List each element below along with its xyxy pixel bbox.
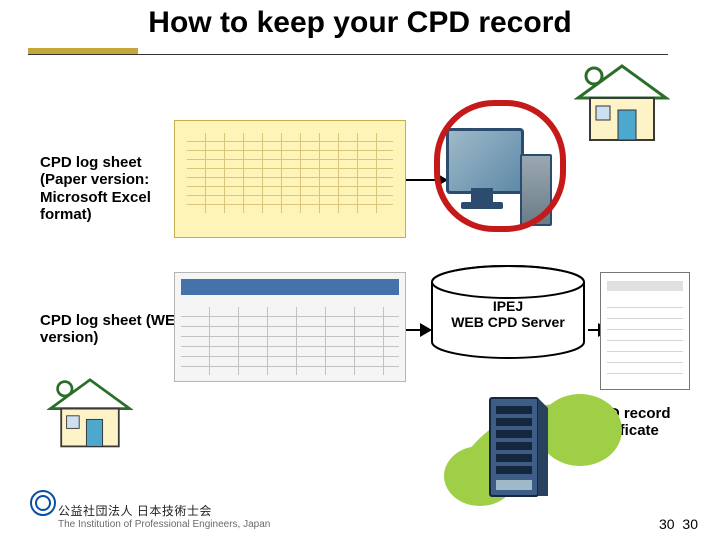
page-number: 30 30 [659, 516, 698, 532]
footer-org-jp: 公益社団法人 日本技術士会 [58, 504, 212, 518]
house-icon [47, 376, 133, 452]
db-label: IPEJ WEB CPD Server [428, 298, 588, 330]
spreadsheet-image [174, 120, 406, 238]
page-title: How to keep your CPD record [0, 6, 720, 40]
db-label-line1: IPEJ [493, 298, 523, 314]
db-label-line2: WEB CPD Server [451, 314, 565, 330]
label-web-version: CPD log sheet (WEB version) [40, 312, 190, 347]
house-icon [574, 62, 670, 146]
footer-org: 公益社団法人 日本技術士会 The Institution of Profess… [58, 502, 270, 530]
footer-org-en: The Institution of Professional Engineer… [58, 519, 270, 530]
server-rack-icon [486, 394, 550, 504]
title-rule [28, 54, 668, 55]
ipej-logo-icon [30, 490, 56, 516]
web-form-image [174, 272, 406, 382]
certificate-image [600, 272, 690, 390]
computer-icon [446, 128, 546, 224]
arrow-icon [406, 170, 448, 190]
label-paper-version: CPD log sheet (Paper version: Microsoft … [40, 154, 190, 223]
